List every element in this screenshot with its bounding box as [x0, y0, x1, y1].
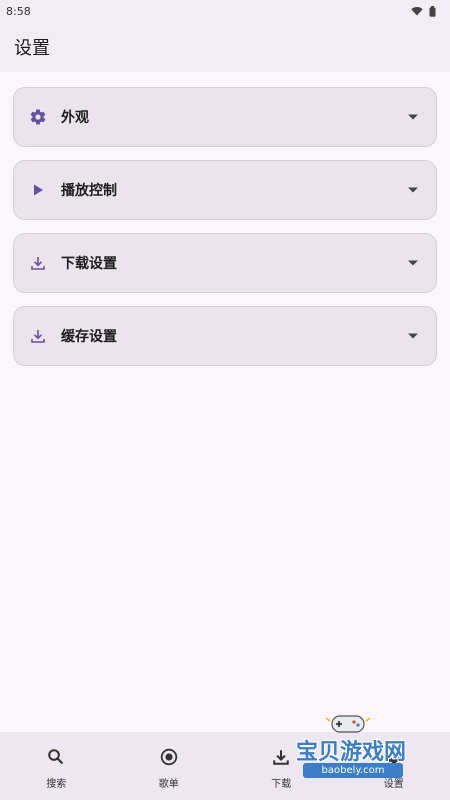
download-icon [28, 253, 48, 273]
nav-item-label: 歌单 [158, 779, 179, 790]
settings-item-label: 缓存设置 [61, 329, 117, 345]
bottom-navigation: 搜索 歌单 下载 设置 [0, 732, 450, 800]
settings-item-appearance[interactable]: 外观 [13, 87, 437, 147]
gear-icon [28, 107, 48, 127]
download-icon [28, 326, 48, 346]
settings-item-label: 外观 [61, 110, 89, 126]
chevron-down-icon[interactable] [406, 329, 420, 343]
nav-item-label: 下载 [271, 779, 292, 790]
download-icon [270, 746, 292, 768]
settings-item-cache[interactable]: 缓存设置 [13, 306, 437, 366]
page-title: 设置 [14, 38, 50, 59]
wifi-icon [411, 7, 423, 16]
settings-item-download[interactable]: 下载设置 [13, 233, 437, 293]
settings-item-label: 播放控制 [61, 183, 117, 199]
status-bar: 8:58 [0, 0, 450, 22]
battery-icon [429, 5, 436, 17]
nav-item-label: 搜索 [46, 779, 67, 790]
chevron-down-icon[interactable] [406, 256, 420, 270]
nav-item-download[interactable]: 下载 [225, 732, 337, 800]
radio-icon [158, 746, 180, 768]
chevron-down-icon[interactable] [406, 183, 420, 197]
nav-item-settings[interactable]: 设置 [338, 732, 450, 800]
play-icon [28, 180, 48, 200]
status-icons [411, 5, 436, 17]
settings-item-label: 下载设置 [61, 256, 117, 272]
gear-icon [383, 746, 405, 768]
nav-item-label: 设置 [383, 779, 404, 790]
status-time: 8:58 [6, 4, 31, 18]
settings-item-playback-control[interactable]: 播放控制 [13, 160, 437, 220]
search-icon [45, 746, 67, 768]
settings-list: 外观 播放控制 下载设置 缓存设置 [0, 72, 450, 732]
nav-item-search[interactable]: 搜索 [0, 732, 112, 800]
nav-item-playlist[interactable]: 歌单 [113, 732, 225, 800]
chevron-down-icon[interactable] [406, 110, 420, 124]
top-app-bar: 设置 [0, 22, 450, 72]
